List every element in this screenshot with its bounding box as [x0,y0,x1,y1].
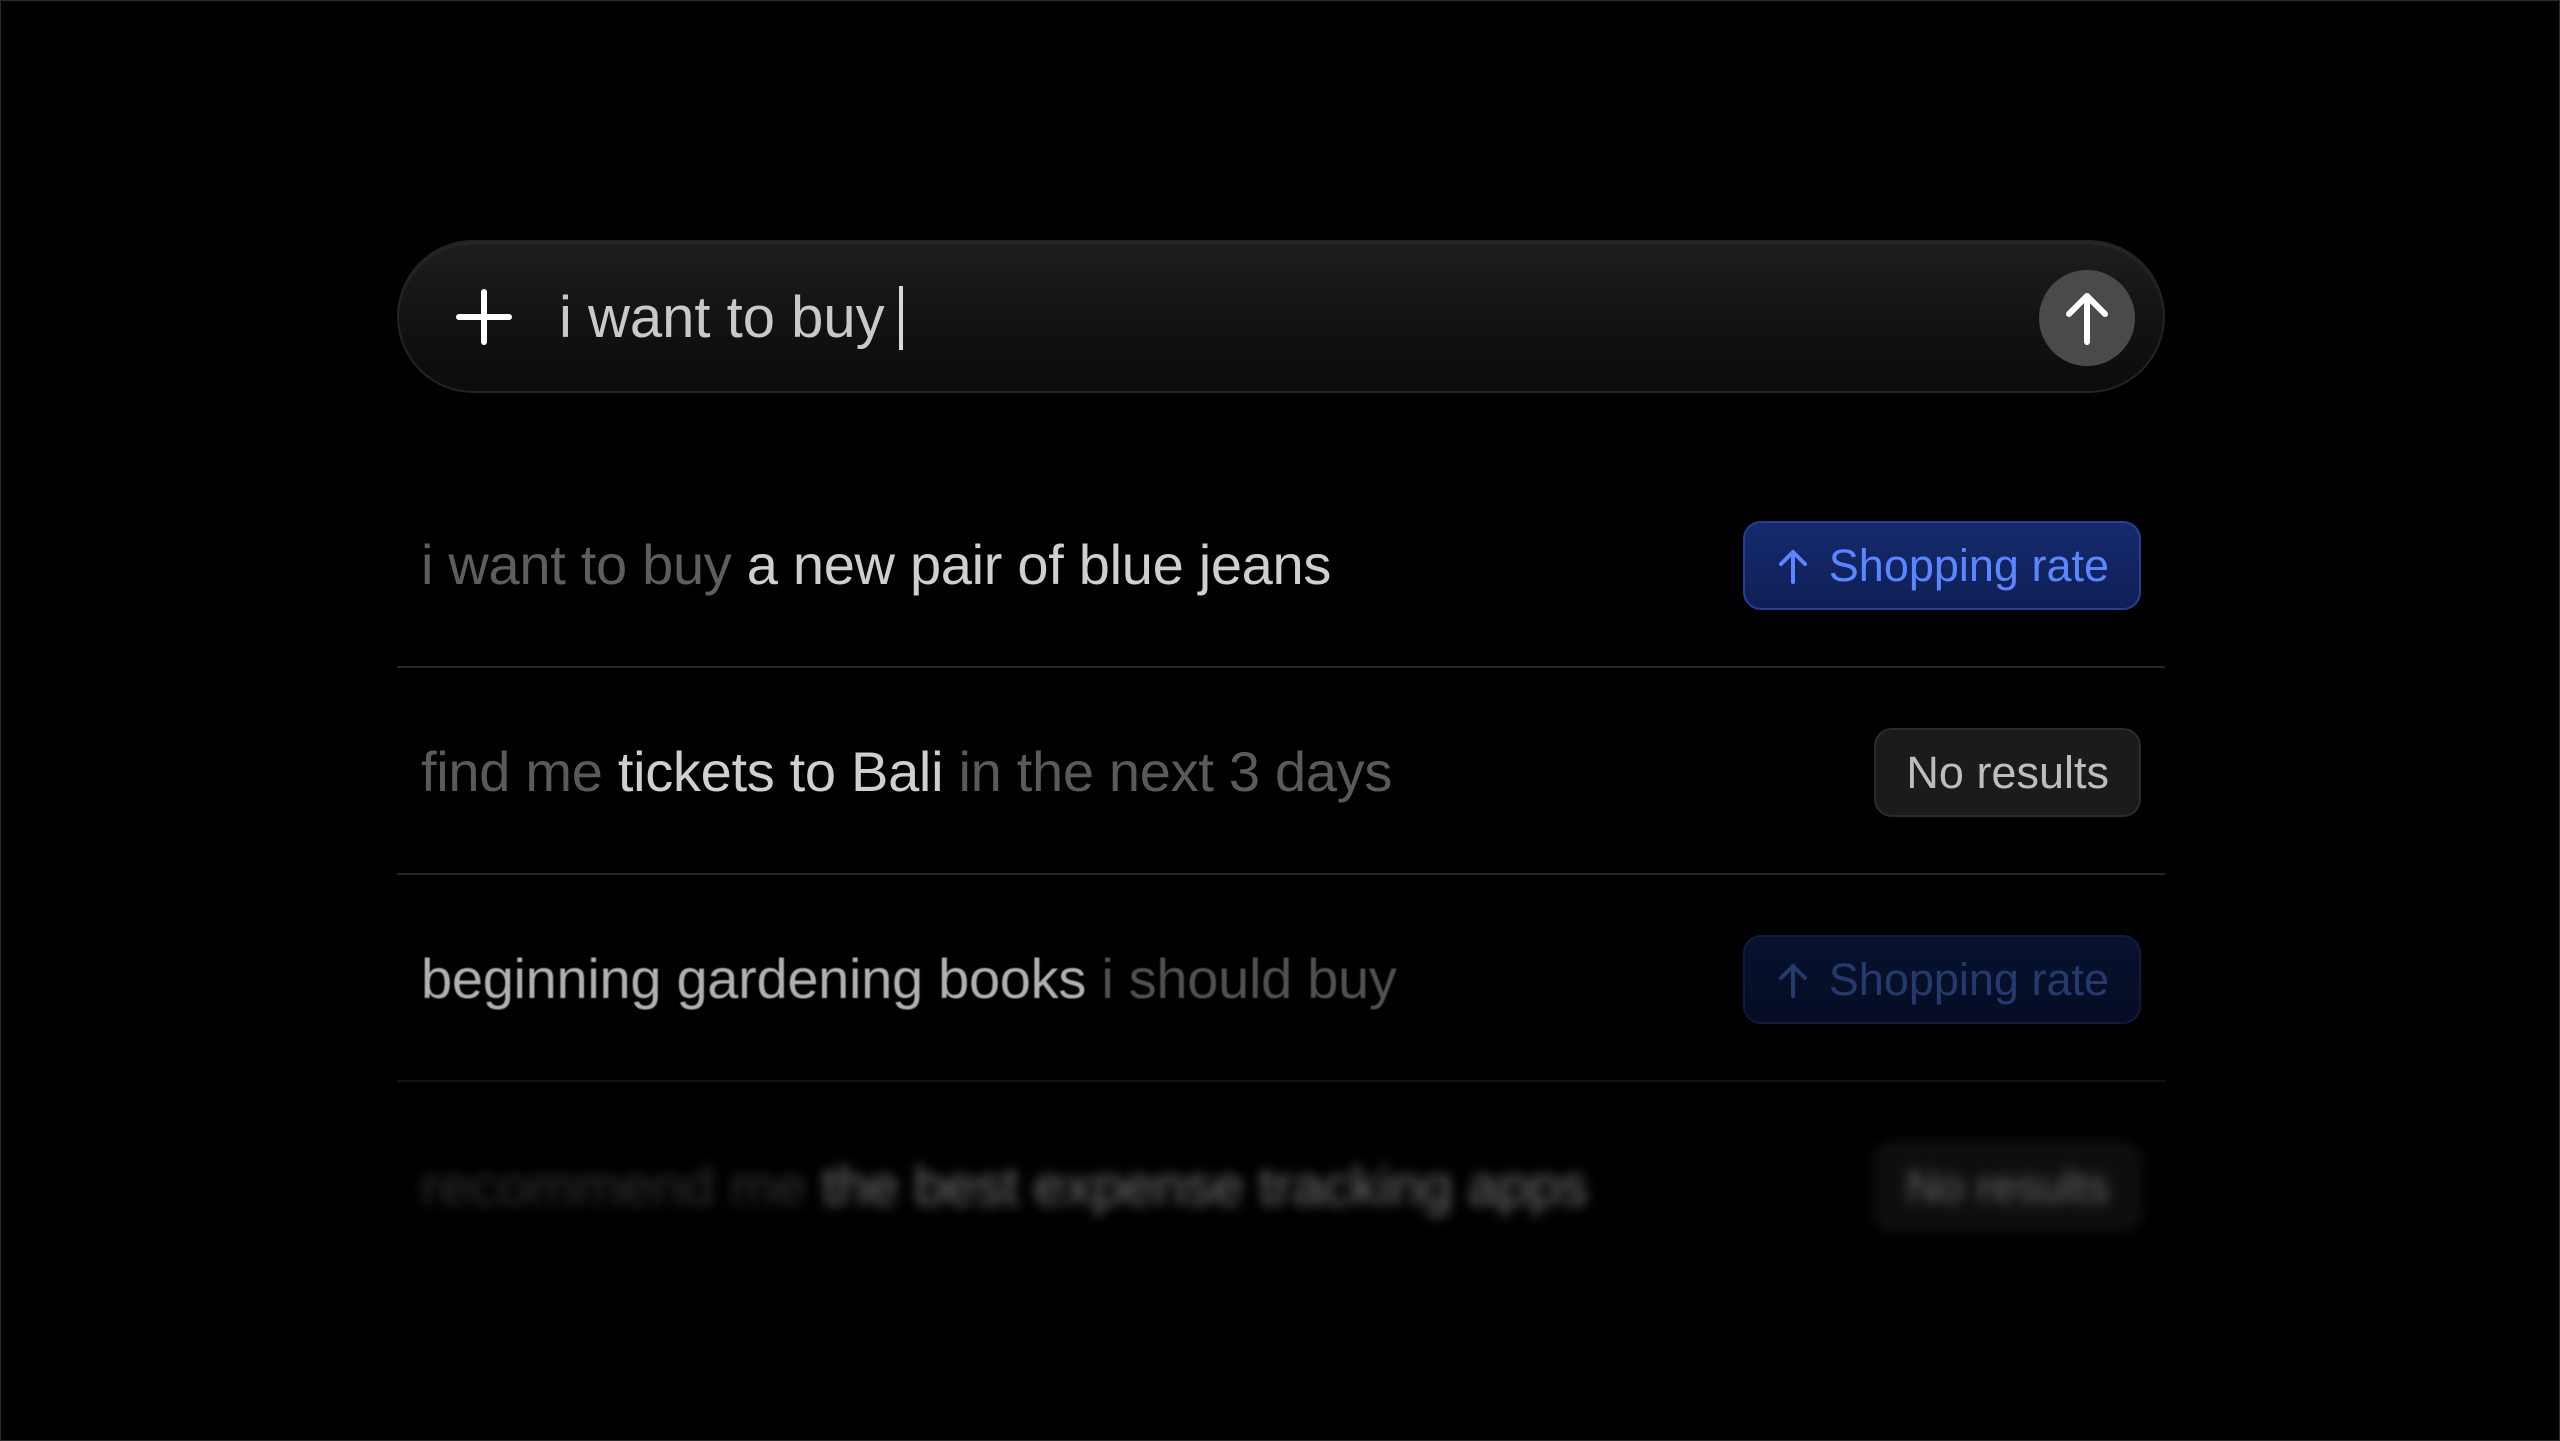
suggestion-completion: tickets to Bali [617,740,944,803]
arrow-up-icon [2066,293,2108,345]
search-input-value: i want to buy [559,285,885,350]
badge-label: Shopping rate [1828,539,2109,591]
search-bar[interactable]: i want to buy [397,240,2165,393]
badge-label: Shopping rate [1828,953,2109,1005]
suggestion-prefix: i want to buy [421,533,732,596]
app-window: i want to buy i want to buy a new pair o… [0,0,2560,1441]
suggestion-text: i want to buy a new pair of blue jeans [421,461,1331,668]
suggestion-text: beginning gardening books i should buy [421,875,1397,1082]
suggestion-prefix: recommend me [421,1154,807,1217]
badge-label: No results [1906,1160,2109,1212]
suggestion-text: find me tickets to Bali in the next 3 da… [421,668,1392,875]
suggestion-text: recommend me the best expense tracking a… [421,1082,1588,1289]
plus-icon[interactable] [451,284,517,350]
shopping-rate-badge[interactable]: Shopping rate [1742,935,2141,1024]
suggestion-suffix: i should buy [1101,947,1397,1010]
no-results-badge[interactable]: No results [1874,728,2141,817]
arrow-up-icon [1778,963,1807,998]
send-button[interactable] [2039,270,2135,366]
suggestion-item[interactable]: beginning gardening books i should buy S… [397,875,2165,1082]
suggestion-item[interactable]: find me tickets to Bali in the next 3 da… [397,668,2165,875]
suggestion-item[interactable]: i want to buy a new pair of blue jeans S… [397,461,2165,668]
suggestion-completion: beginning gardening books [421,947,1087,1010]
suggestion-list: i want to buy a new pair of blue jeans S… [397,461,2165,1289]
suggestion-item[interactable]: recommend me the best expense tracking a… [397,1082,2165,1289]
suggestion-prefix: find me [421,740,603,803]
arrow-up-icon [1778,549,1807,584]
shopping-rate-badge[interactable]: Shopping rate [1742,521,2141,610]
suggestion-completion: a new pair of blue jeans [746,533,1332,596]
search-input[interactable]: i want to buy [559,282,903,354]
badge-label: No results [1906,746,2109,798]
no-results-badge[interactable]: No results [1874,1142,2141,1231]
suggestion-completion: the best expense tracking apps [821,1154,1588,1217]
suggestion-suffix: in the next 3 days [958,740,1393,803]
text-caret [898,286,903,350]
